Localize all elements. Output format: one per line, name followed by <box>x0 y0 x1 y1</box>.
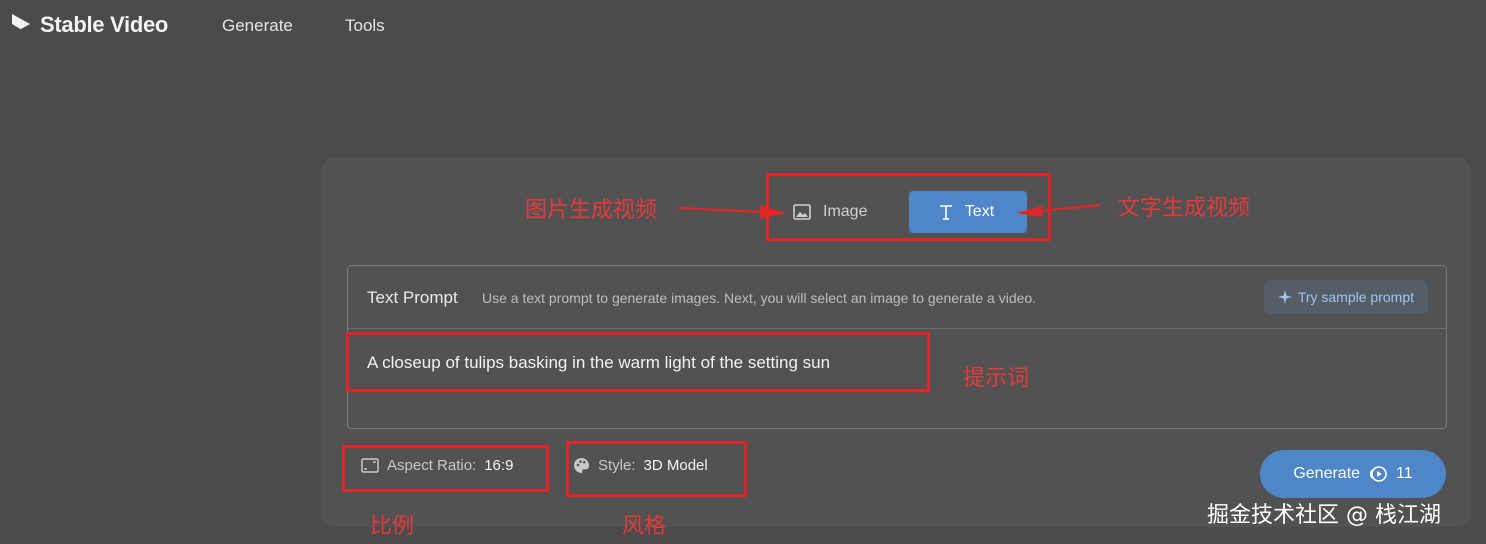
arrow-right-line <box>1039 203 1101 213</box>
annotation-arrows <box>677 203 1101 219</box>
annotation-ratio: 比例 <box>370 514 415 539</box>
annotation-image-to-video: 图片生成视频 <box>525 198 658 223</box>
annotation-text-to-video: 文字生成视频 <box>1118 196 1251 221</box>
arrow-left-icon <box>678 205 786 219</box>
arrow-right-icon <box>1016 206 1042 217</box>
arrow-left-line <box>677 206 763 214</box>
annotation-prompt: 提示词 <box>963 366 1030 391</box>
watermark: 掘金技术社区 @ 栈江湖 <box>1207 503 1441 528</box>
annotation-style: 风格 <box>622 514 667 539</box>
